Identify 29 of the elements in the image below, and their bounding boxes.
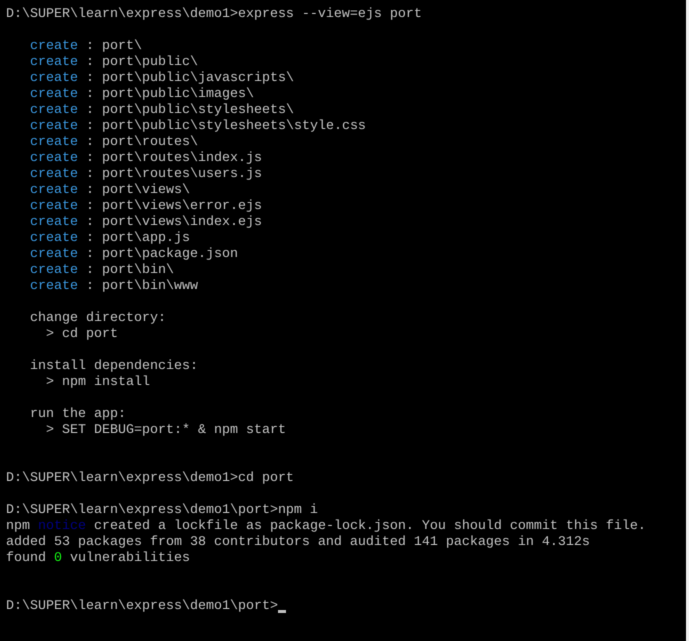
prompt-line: D:\SUPER\learn\express\demo1\port> [6,599,278,615]
create-line: create : port\ [30,39,142,55]
create-line: create : port\views\error.ejs [30,199,262,215]
output-line: found 0 vulnerabilities [6,551,190,567]
prompt-line: D:\SUPER\learn\express\demo1>cd port [6,471,294,487]
command-line: > SET DEBUG=port:* & npm start [46,423,286,439]
create-line: create : port\routes\users.js [30,167,262,183]
prompt-line: D:\SUPER\learn\express\demo1\port>npm i [6,503,318,519]
output-line: npm notice created a lockfile as package-lock.json. You should commit this file. [6,519,646,535]
create-line: create : port\bin\ [30,263,174,279]
create-line: create : port\public\images\ [30,87,254,103]
create-line: create : port\public\javascripts\ [30,71,294,87]
heading-line: run the app: [30,407,126,423]
command-line: > npm install [46,375,150,391]
create-line: create : port\package.json [30,247,238,263]
create-line: create : port\routes\index.js [30,151,262,167]
create-line: create : port\app.js [30,231,190,247]
create-line: create : port\public\stylesheets\ [30,103,294,119]
output-line: added 53 packages from 38 contributors and audited 141 packages in 4.312s [6,535,590,551]
create-line: create : port\bin\www [30,279,198,295]
create-line: create : port\public\stylesheets\style.css [30,119,366,135]
heading-line: install dependencies: [30,359,198,375]
create-line: create : port\views\ [30,183,190,199]
create-line: create : port\views\index.ejs [30,215,262,231]
create-line: create : port\public\ [30,55,198,71]
prompt-line: D:\SUPER\learn\express\demo1>express --view=ejs port [6,7,422,23]
command-line: > cd port [46,327,118,343]
heading-line: change directory: [30,311,166,327]
create-line: create : port\routes\ [30,135,198,151]
